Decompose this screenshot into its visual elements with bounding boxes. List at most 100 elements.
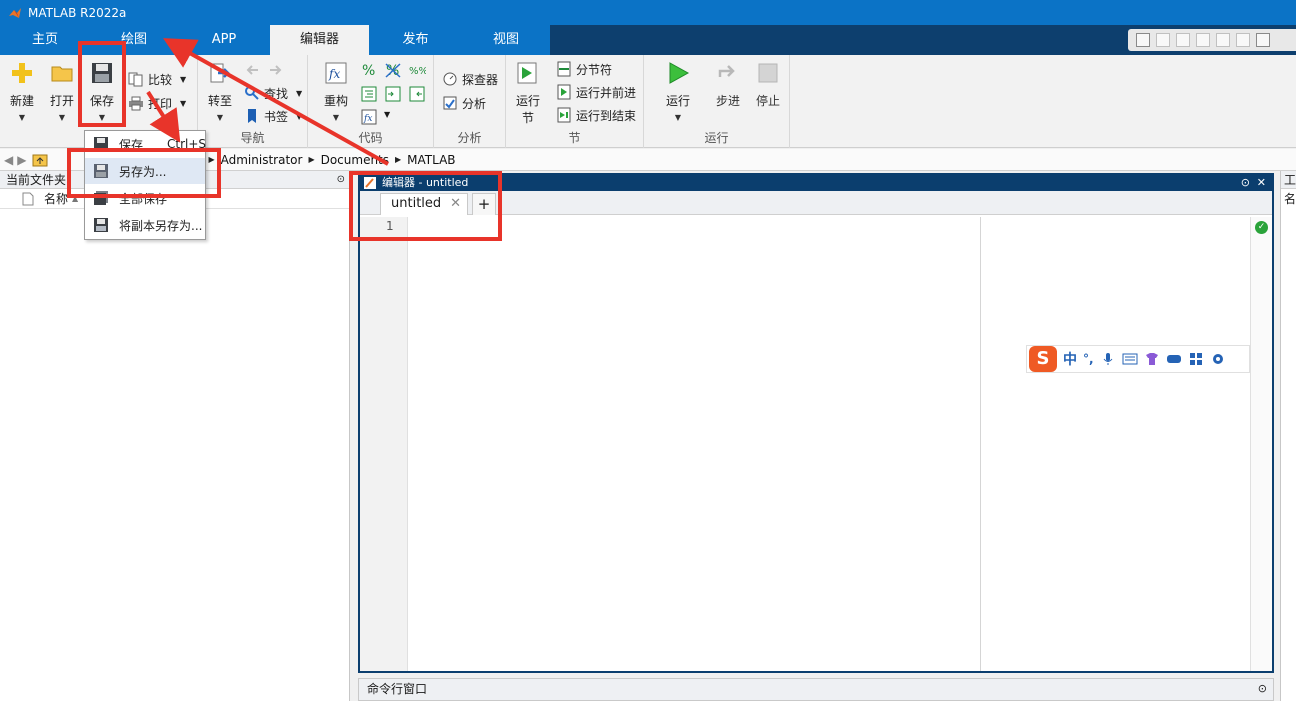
outdent-icon[interactable] [408,85,426,103]
line-number-gutter: 1 [360,217,408,671]
code-section-label: 代码 [358,131,383,145]
settings-gear-icon[interactable] [1210,352,1226,366]
run-section-label-line2: 节 [521,111,534,125]
bookmark-icon [248,109,256,123]
tab-apps[interactable]: APP [178,25,270,55]
workspace-column-header: 名 [1284,192,1296,206]
profiler-button[interactable]: 探查器 [442,69,498,89]
new-button[interactable]: 新建 ▼ [4,61,40,122]
bookmark-label: 书签 [264,109,289,124]
chevron-down-icon: ▼ [58,113,66,122]
editor-tab-label: untitled [391,196,442,211]
window-title: MATLAB R2022a [28,5,127,20]
section-section-label: 节 [568,131,581,145]
refactor-label: 重构 [323,94,348,108]
tab-plots[interactable]: 绘图 [90,25,178,55]
check-icon[interactable]: ✓ [1255,221,1268,234]
folder-icon [51,66,73,82]
run-advance-label: 运行并前进 [576,85,637,100]
step-button[interactable]: 步进 [710,61,746,109]
tab-editor[interactable]: 编辑器 [270,25,369,55]
breadcrumb-item[interactable]: Documents [321,153,389,167]
menu-item-save-as[interactable]: 另存为... [85,158,205,184]
run-advance-icon [557,84,571,100]
breadcrumb-item[interactable]: MATLAB [407,153,455,167]
close-tab-icon[interactable]: ✕ [450,194,461,214]
uncomment-icon[interactable]: % [384,61,402,79]
find-button[interactable]: 查找 ▼ [244,83,302,103]
forward-arrow-icon[interactable] [266,61,284,79]
apps-grid-icon[interactable] [1188,352,1204,366]
goto-button[interactable]: 转至 ▼ [202,61,238,122]
skin-shirt-icon[interactable] [1144,352,1160,366]
tab-home[interactable]: 主页 [0,25,90,55]
save-button[interactable]: 保存 ▼ [84,61,120,122]
matlab-logo-icon [9,7,21,18]
tab-view[interactable]: 视图 [462,25,550,55]
plus-icon [12,63,32,83]
redo-icon[interactable] [1236,33,1250,47]
close-icon[interactable]: ✕ [1257,175,1266,191]
section-break-icon [557,61,571,77]
punctuation-icon[interactable]: °, [1083,352,1094,366]
keyboard-icon[interactable] [1122,352,1138,366]
section-break-button[interactable]: 分节符 [556,59,612,79]
panel-menu-icon[interactable]: ⊙ [1241,175,1250,191]
copy-icon[interactable] [1176,33,1190,47]
up-folder-icon[interactable] [32,153,48,167]
run-advance-button[interactable]: 运行并前进 [556,82,636,102]
save-as-icon [94,164,108,178]
analyze-label: 分析 [462,96,487,111]
panel-menu-icon[interactable]: ⊙ [1258,679,1267,699]
analyze-button[interactable]: 分析 [442,93,486,113]
open-button[interactable]: 打开 ▼ [44,61,80,122]
new-tab-plus-icon[interactable]: + [472,193,496,215]
smart-indent-icon[interactable] [360,85,378,103]
back-arrow-icon[interactable]: ◀ [4,153,13,167]
save-copy-icon [94,218,108,232]
title-bar: MATLAB R2022a [0,0,1296,25]
run-button[interactable]: 运行 ▼ [660,61,696,122]
menu-item-save-copy-as[interactable]: 将副本另存为... [85,212,205,238]
floppy-disk-icon [92,63,112,83]
forward-arrow-icon[interactable]: ▶ [17,153,26,167]
breadcrumb-item[interactable]: Administrator [221,153,303,167]
microphone-icon[interactable] [1100,352,1116,366]
compare-button[interactable]: 比较 ▼ [128,69,186,89]
bookmark-button[interactable]: 书签 ▼ [244,106,302,126]
ime-language[interactable]: 中 [1063,349,1077,369]
back-arrow-icon[interactable] [244,61,262,79]
find-label: 查找 [264,86,289,101]
menu-item-save[interactable]: 保存 Ctrl+S [85,131,206,157]
code-area[interactable] [408,217,1250,671]
switch-windows-icon[interactable] [1256,33,1270,47]
chevron-down-icon[interactable]: ▼ [384,110,390,119]
panel-menu-icon[interactable]: ⊙ [337,171,345,189]
refactor-button[interactable]: fx 重构 ▼ [318,61,354,122]
undo-icon[interactable] [1216,33,1230,47]
name-column-header[interactable]: 名称 [44,189,68,209]
right-margin-line [980,217,981,671]
run-to-end-button[interactable]: 运行到结束 [556,105,636,125]
paste-icon[interactable] [1196,33,1210,47]
wrap-comments-icon[interactable]: %% [408,61,426,79]
printer-icon [129,96,143,111]
sogou-logo-icon[interactable]: S [1029,346,1057,372]
run-section-button[interactable]: 运行 节 [510,61,546,126]
menu-item-save-all[interactable]: 全部保存 [85,185,205,211]
indent-icon[interactable] [384,85,402,103]
cut-icon[interactable] [1156,33,1170,47]
run-to-end-label: 运行到结束 [576,108,637,123]
chevron-down-icon: ▼ [674,113,682,122]
gamepad-icon[interactable] [1166,352,1182,366]
run-section: 运行 ▼ 步进 停止 运行 [644,55,790,148]
function-browser-icon[interactable]: fx [360,108,378,126]
comment-icon[interactable]: % [360,61,378,79]
analyze-section: 探查器 分析 分析 [434,55,506,148]
stop-button[interactable]: 停止 [750,61,786,109]
save-icon[interactable] [1136,33,1150,47]
ime-toolbar: S 中 °, [1026,345,1250,373]
tab-publish[interactable]: 发布 [369,25,462,55]
print-button[interactable]: 打印 ▼ [128,93,186,113]
editor-tab-untitled[interactable]: untitled ✕ [380,193,468,215]
